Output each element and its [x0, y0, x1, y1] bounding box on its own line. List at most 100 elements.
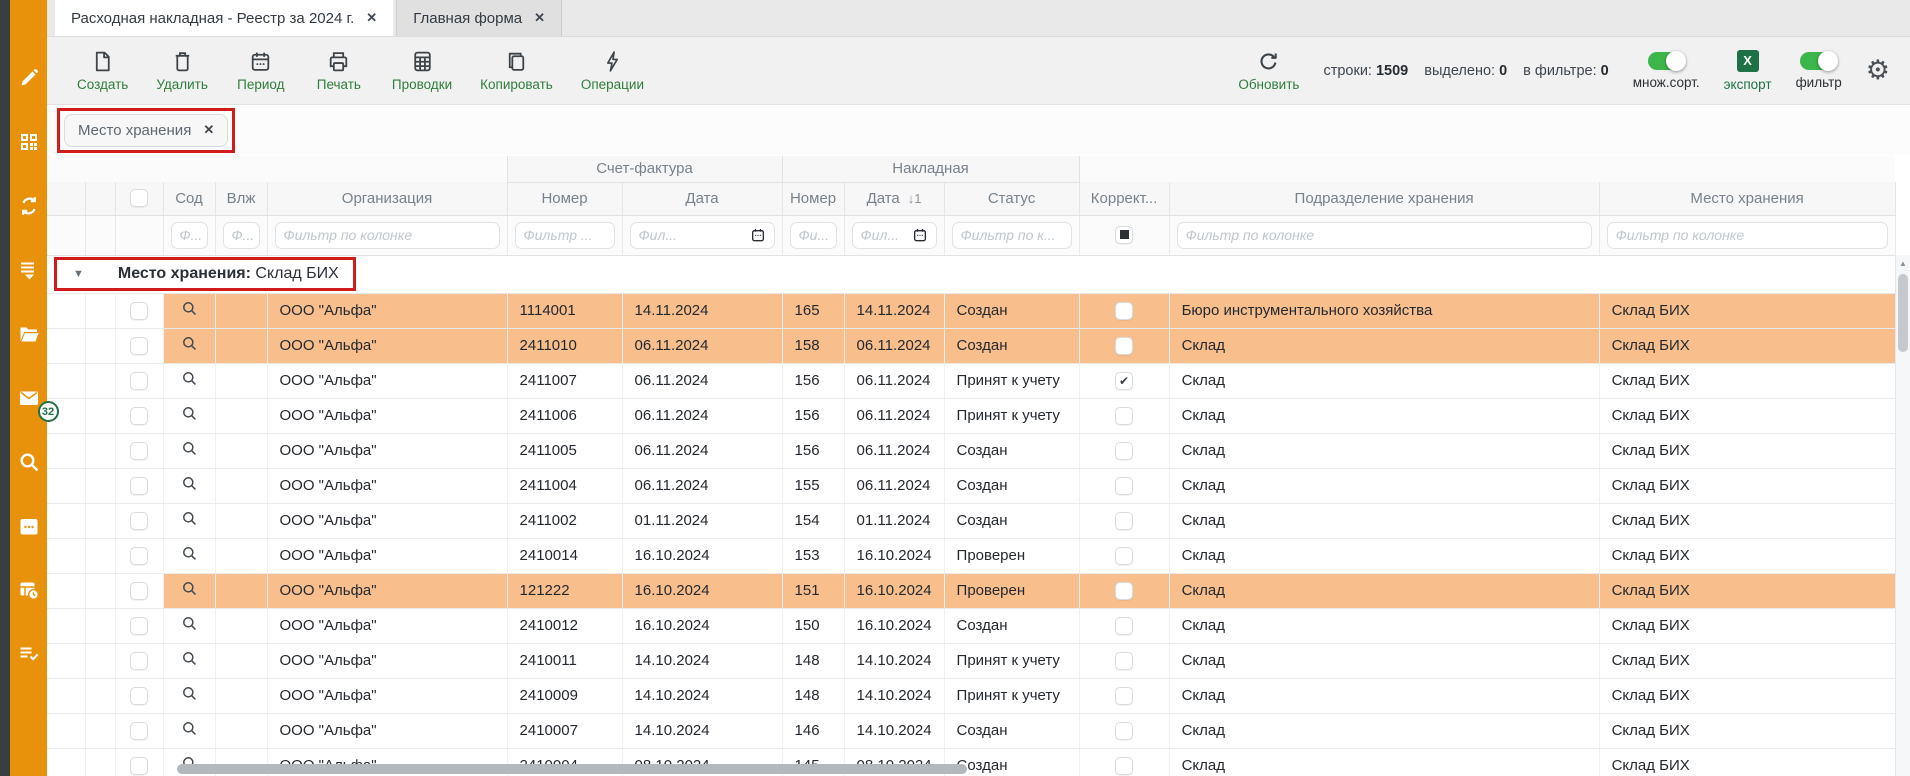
horizontal-scrollbar-thumb[interactable]: [177, 764, 967, 774]
checklist-icon[interactable]: [0, 622, 61, 686]
row-checkbox[interactable]: [130, 302, 148, 320]
col-storage-place[interactable]: Место хранения: [1599, 182, 1895, 215]
tab-close-icon[interactable]: ✕: [534, 10, 545, 26]
col-correction[interactable]: Коррект...: [1079, 182, 1169, 215]
search-icon[interactable]: [0, 430, 61, 494]
magnifier-icon[interactable]: [180, 404, 199, 423]
correction-checkbox[interactable]: [1115, 547, 1133, 565]
filter-input-waybill-number[interactable]: Фи...: [790, 222, 837, 249]
copy-button[interactable]: Копировать: [480, 49, 553, 92]
table-row[interactable]: ООО "Альфа"241101006.11.202415806.11.202…: [47, 328, 1895, 363]
table-row[interactable]: ООО "Альфа"241100201.11.202415401.11.202…: [47, 503, 1895, 538]
edit-pencil-icon[interactable]: [0, 46, 61, 110]
filter-toggle[interactable]: фильтр: [1796, 52, 1842, 90]
tab-main-form[interactable]: Главная форма ✕: [396, 0, 562, 36]
row-checkbox[interactable]: [130, 687, 148, 705]
table-row[interactable]: ООО "Альфа"241000914.10.202414814.10.202…: [47, 678, 1895, 713]
correction-checkbox[interactable]: [1115, 687, 1133, 705]
print-button[interactable]: Печать: [314, 49, 364, 92]
collapse-triangle-icon[interactable]: ▼: [73, 268, 84, 280]
correction-checkbox[interactable]: [1115, 582, 1133, 600]
postings-button[interactable]: Проводки: [392, 49, 452, 92]
row-checkbox[interactable]: [130, 582, 148, 600]
row-checkbox[interactable]: [130, 337, 148, 355]
filter-input-status[interactable]: Фильтр по к...: [952, 222, 1072, 249]
table-row[interactable]: ООО "Альфа"241001216.10.202415016.10.202…: [47, 608, 1895, 643]
row-checkbox[interactable]: [130, 617, 148, 635]
col-invoice-date[interactable]: Дата: [622, 182, 782, 215]
table-row[interactable]: ООО "Альфа"241100606.11.202415606.11.202…: [47, 398, 1895, 433]
correction-checkbox[interactable]: [1115, 407, 1133, 425]
tab-registry-2024[interactable]: Расходная накладная - Реестр за 2024 г. …: [55, 0, 393, 36]
folder-icon[interactable]: [0, 302, 61, 366]
table-row[interactable]: ООО "Альфа"241100706.11.202415606.11.202…: [47, 363, 1895, 398]
filter-input-waybill-date[interactable]: Фил...: [852, 222, 937, 249]
col-org[interactable]: Организация: [267, 182, 507, 215]
row-checkbox[interactable]: [130, 477, 148, 495]
magnifier-icon[interactable]: [180, 369, 199, 388]
filter-input-org[interactable]: Фильтр по колонке: [275, 222, 500, 249]
report-clock-icon[interactable]: [0, 558, 61, 622]
qr-code-icon[interactable]: [0, 110, 61, 174]
filter-input-invoice-number[interactable]: Фильтр ...: [515, 222, 615, 249]
correction-checkbox[interactable]: [1115, 337, 1133, 355]
export-list-icon[interactable]: [0, 238, 61, 302]
magnifier-icon[interactable]: [180, 684, 199, 703]
correction-checkbox[interactable]: [1115, 757, 1133, 775]
magnifier-icon[interactable]: [180, 579, 199, 598]
table-row[interactable]: ООО "Альфа"241001416.10.202415316.10.202…: [47, 538, 1895, 573]
filter-input-sod[interactable]: Ф...: [171, 222, 208, 249]
correction-checkbox[interactable]: [1115, 617, 1133, 635]
vertical-scrollbar-thumb[interactable]: [1898, 274, 1908, 352]
sync-icon[interactable]: [0, 174, 61, 238]
select-all-checkbox[interactable]: [130, 189, 148, 207]
toggle-on-icon[interactable]: [1800, 52, 1837, 70]
col-waybill-date[interactable]: Дата↓1: [844, 182, 944, 215]
table-row[interactable]: ООО "Альфа"241100406.11.202415506.11.202…: [47, 468, 1895, 503]
chip-close-icon[interactable]: ✕: [203, 122, 214, 138]
col-invoice-number[interactable]: Номер: [507, 182, 622, 215]
export-button[interactable]: X экспорт: [1724, 50, 1772, 92]
filter-input-storage-dept[interactable]: Фильтр по колонке: [1177, 222, 1592, 249]
row-checkbox[interactable]: [130, 757, 148, 775]
magnifier-icon[interactable]: [180, 649, 199, 668]
create-button[interactable]: Создать: [77, 49, 128, 92]
scroll-up-arrow-icon[interactable]: ▲: [1896, 255, 1910, 268]
table-row[interactable]: ООО "Альфа"241000714.10.202414614.10.202…: [47, 713, 1895, 748]
magnifier-icon[interactable]: [180, 614, 199, 633]
correction-checkbox[interactable]: [1115, 442, 1133, 460]
mail-icon[interactable]: 32: [0, 366, 61, 430]
filter-checkbox-correction[interactable]: [1115, 226, 1133, 244]
magnifier-icon[interactable]: [180, 509, 199, 528]
magnifier-icon[interactable]: [180, 334, 199, 353]
table-row[interactable]: ООО "Альфа"241001114.10.202414814.10.202…: [47, 643, 1895, 678]
row-checkbox[interactable]: [130, 652, 148, 670]
row-checkbox[interactable]: [130, 407, 148, 425]
period-button[interactable]: Период: [236, 49, 286, 92]
row-checkbox[interactable]: [130, 372, 148, 390]
row-checkbox[interactable]: [130, 722, 148, 740]
calendar-icon[interactable]: [0, 494, 61, 558]
col-waybill-number[interactable]: Номер: [782, 182, 844, 215]
magnifier-icon[interactable]: [180, 299, 199, 318]
correction-checkbox[interactable]: [1115, 372, 1133, 390]
magnifier-icon[interactable]: [180, 439, 199, 458]
correction-checkbox[interactable]: [1115, 722, 1133, 740]
magnifier-icon[interactable]: [180, 544, 199, 563]
correction-checkbox[interactable]: [1115, 302, 1133, 320]
vertical-scrollbar[interactable]: ▲: [1895, 255, 1910, 776]
table-row[interactable]: ООО "Альфа"241100506.11.202415606.11.202…: [47, 433, 1895, 468]
col-sod[interactable]: Сод: [163, 182, 215, 215]
refresh-button[interactable]: Обновить: [1238, 49, 1299, 92]
row-checkbox[interactable]: [130, 547, 148, 565]
delete-button[interactable]: Удалить: [156, 49, 208, 92]
correction-checkbox[interactable]: [1115, 477, 1133, 495]
row-checkbox[interactable]: [130, 512, 148, 530]
magnifier-icon[interactable]: [180, 474, 199, 493]
settings-gear-icon[interactable]: ⚙: [1866, 57, 1890, 84]
toggle-on-icon[interactable]: [1648, 52, 1685, 70]
correction-checkbox[interactable]: [1115, 512, 1133, 530]
row-checkbox[interactable]: [130, 442, 148, 460]
table-row[interactable]: ООО "Альфа"12122216.10.202415116.10.2024…: [47, 573, 1895, 608]
col-vlz[interactable]: Влж: [215, 182, 267, 215]
